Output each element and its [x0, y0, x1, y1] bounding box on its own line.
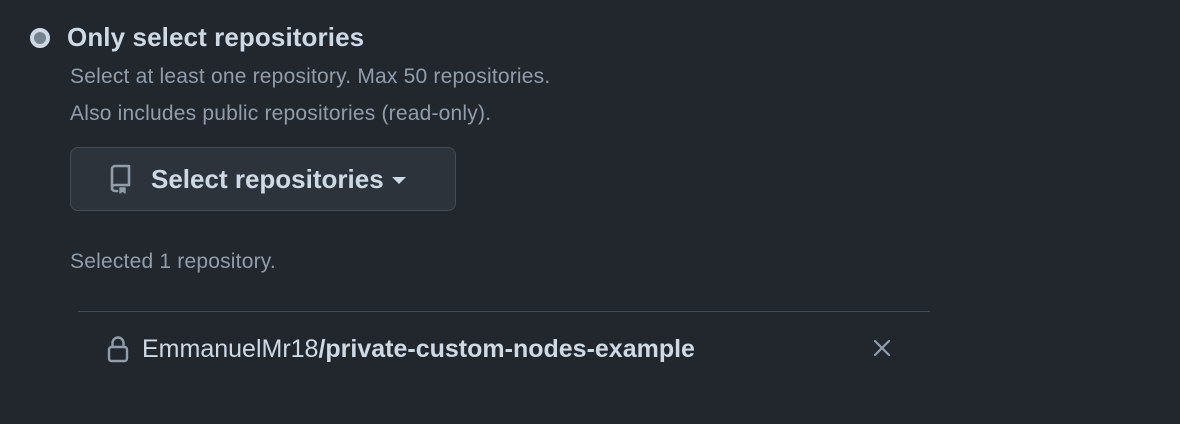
select-repositories-label: Select repositories	[151, 163, 384, 194]
triangle-down-icon	[391, 177, 406, 184]
radio-button[interactable]	[30, 27, 50, 48]
lock-icon	[106, 334, 130, 364]
repository-name: private-custom-nodes-example	[325, 334, 695, 363]
radio-label: Only select repositories	[67, 22, 365, 52]
repository-owner: EmmanuelMr18	[142, 334, 319, 363]
remove-repository-button[interactable]	[868, 336, 896, 364]
divider	[78, 311, 930, 312]
repo-icon	[106, 163, 134, 195]
selected-repository-row: EmmanuelMr18/private-custom-nodes-exampl…	[106, 334, 695, 364]
repository-separator: /	[318, 334, 326, 363]
only-select-repositories-radio-row[interactable]: Only select repositories	[30, 22, 364, 53]
select-repositories-button[interactable]: Select repositories	[70, 147, 456, 211]
selection-summary: Selected 1 repository.	[70, 250, 276, 273]
description-line-1: Select at least one repository. Max 50 r…	[70, 65, 551, 88]
description-line-2: Also includes public repositories (read-…	[70, 102, 492, 125]
radio-selected-dot	[34, 31, 46, 44]
x-icon	[872, 338, 892, 363]
